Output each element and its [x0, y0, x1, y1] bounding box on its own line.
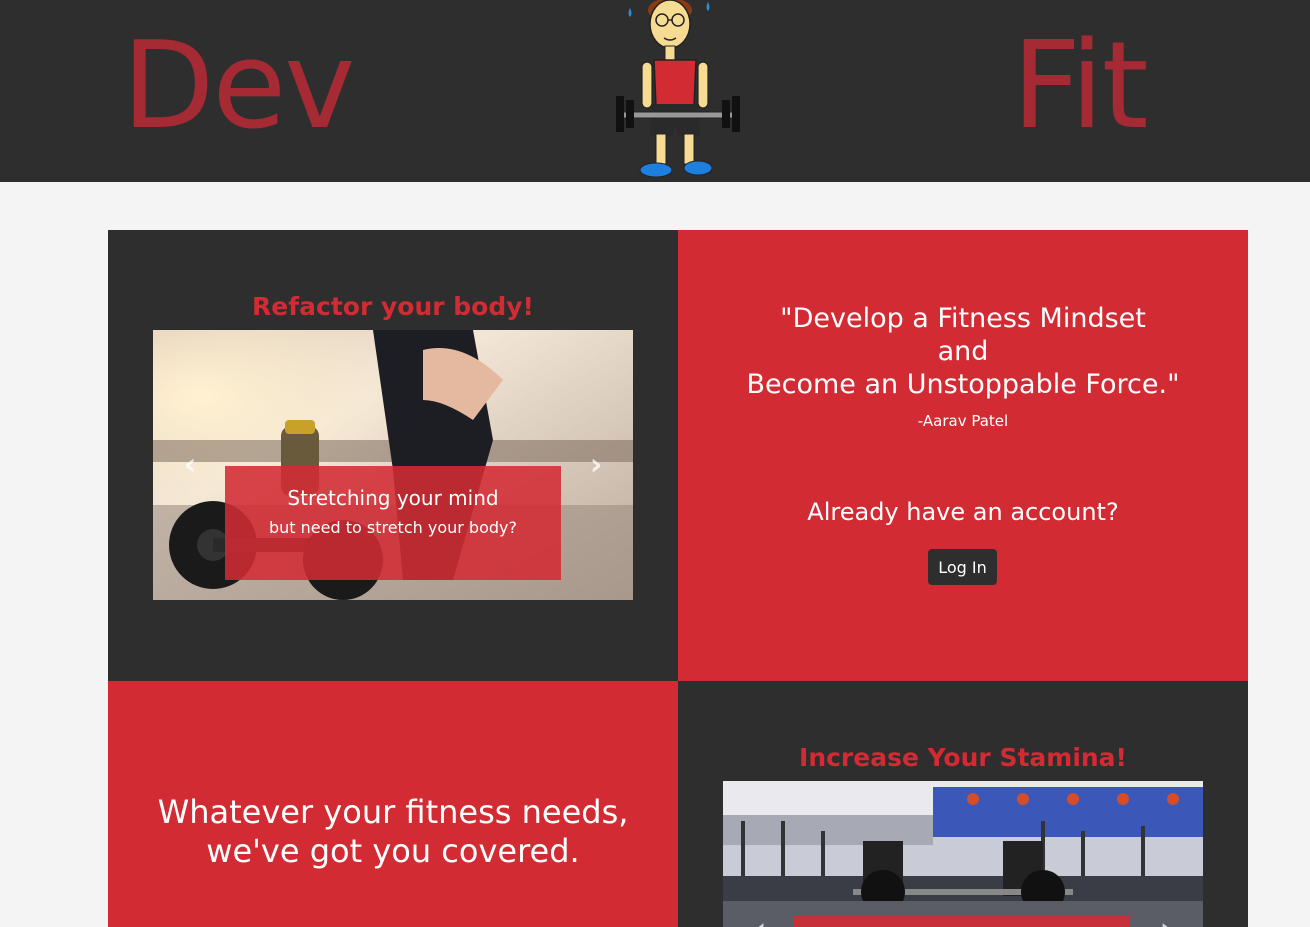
- quote-author: -Aarav Patel: [917, 412, 1009, 430]
- site-header: Dev Fit: [0, 0, 1310, 182]
- quote-line-1: "Develop a Fitness Mindset: [780, 303, 1146, 334]
- gym-photo-weights: [723, 781, 1203, 927]
- carousel-next-icon[interactable]: ›: [581, 448, 611, 483]
- carousel-caption: Stretching your mind but need to stretch…: [225, 466, 561, 580]
- quote-line-3: Become an Unstoppable Force.": [746, 369, 1180, 400]
- quote-login-panel: "Develop a Fitness Mindset and Become an…: [678, 230, 1248, 681]
- tagline-line-2: we've got you covered.: [206, 832, 580, 870]
- brand-dev: Dev: [122, 17, 355, 156]
- carousel-panel-stamina: Increase Your Stamina!: [678, 681, 1248, 927]
- login-button[interactable]: Log In: [928, 549, 997, 585]
- brand-fit: Fit: [1012, 17, 1149, 156]
- carousel-next-icon[interactable]: ›: [1151, 912, 1181, 927]
- caption-title: Stretching your mind: [287, 486, 499, 510]
- carousel-panel-refactor: Refactor your body! ‹ › Stretching your …: [108, 230, 678, 681]
- weightlifter-mascot-icon: [616, 0, 740, 178]
- tagline: Whatever your fitness needs, we've got y…: [108, 793, 678, 871]
- carousel-title: Refactor your body!: [252, 292, 534, 321]
- carousel-prev-icon[interactable]: ‹: [745, 912, 775, 927]
- account-question: Already have an account?: [807, 498, 1119, 526]
- quote-line-2: and: [937, 336, 989, 367]
- tagline-panel: Whatever your fitness needs, we've got y…: [108, 681, 678, 927]
- carousel-slide: ‹ ›: [723, 781, 1203, 927]
- carousel-prev-icon[interactable]: ‹: [175, 448, 205, 483]
- carousel-title: Increase Your Stamina!: [799, 743, 1127, 772]
- tagline-line-1: Whatever your fitness needs,: [157, 793, 629, 831]
- caption-subtitle: but need to stretch your body?: [269, 518, 517, 537]
- carousel-slide: ‹ › Stretching your mind but need to str…: [153, 330, 633, 600]
- motivational-quote: "Develop a Fitness Mindset and Become an…: [678, 302, 1248, 401]
